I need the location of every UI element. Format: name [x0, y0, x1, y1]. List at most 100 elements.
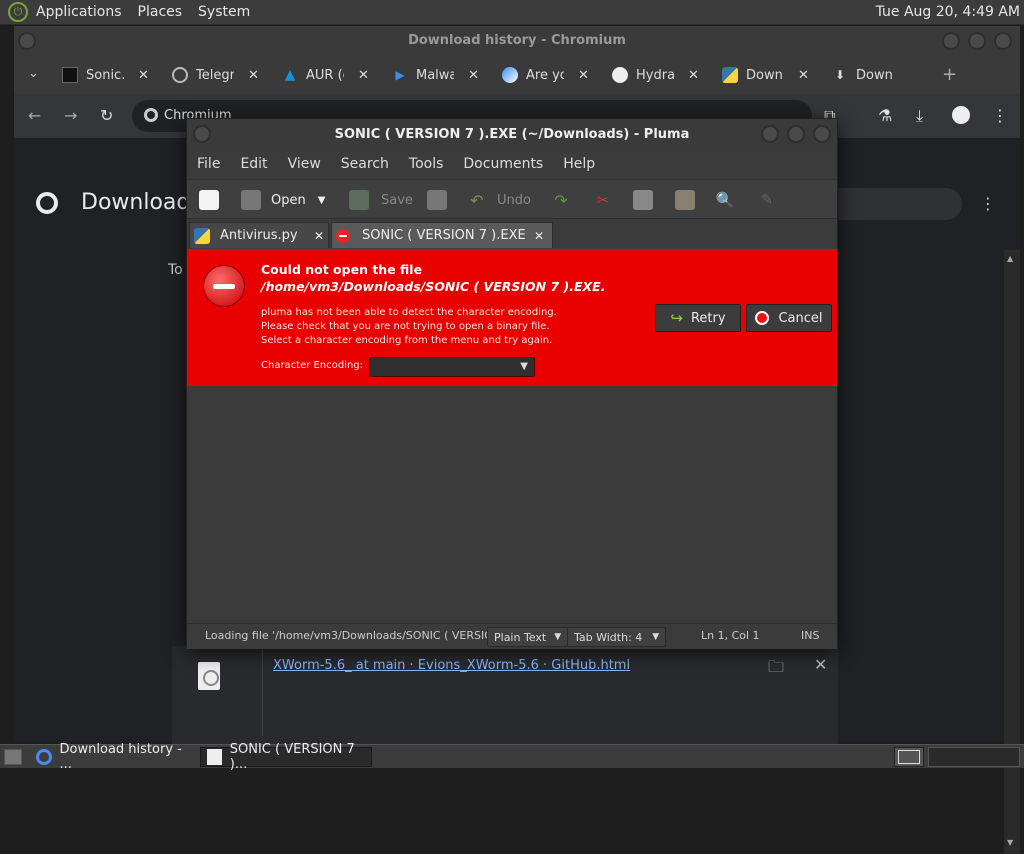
python-file-icon [194, 227, 210, 244]
tab-search-chevron-icon[interactable]: ⌄ [28, 66, 39, 81]
editor-area[interactable] [187, 386, 837, 621]
show-in-folder-icon[interactable]: 🗀 [768, 656, 784, 683]
tab-width-selector[interactable]: Tab Width: 4 ▼ [567, 627, 667, 647]
menu-applications[interactable]: Applications [28, 0, 130, 25]
chevron-down-icon: ▼ [652, 632, 660, 642]
remove-download-x-icon[interactable]: ✕ [814, 655, 827, 674]
minimize-button[interactable] [761, 125, 779, 143]
close-button[interactable] [813, 125, 831, 143]
close-icon[interactable]: ✕ [248, 68, 259, 83]
close-icon[interactable]: ✕ [578, 68, 589, 83]
tab-python-download[interactable]: Downl ✕ [722, 62, 809, 88]
maximize-button[interactable] [968, 32, 986, 50]
scroll-down-arrow-icon[interactable]: ▼ [1007, 838, 1013, 847]
cancel-button[interactable]: Cancel [746, 304, 832, 332]
forward-arrow-icon[interactable]: → [64, 106, 77, 125]
file-icon [198, 662, 220, 690]
undo-arrow-icon: ↶ [470, 190, 484, 210]
tab-sonic-exe[interactable]: SONIC ( VERSION 7 ).EXE ✕ [331, 222, 553, 248]
menu-places[interactable]: Places [130, 0, 191, 25]
pluma-titlebar[interactable]: SONIC ( VERSION 7 ).EXE (~/Downloads) - … [187, 119, 837, 151]
new-tab-plus-icon[interactable]: + [942, 64, 957, 85]
copy-button[interactable] [633, 190, 653, 210]
window-menu-button[interactable] [193, 125, 211, 143]
tab-label: Malwa [416, 67, 454, 83]
pluma-document-tabs: Antivirus.py ✕ SONIC ( VERSION 7 ).EXE ✕ [187, 222, 837, 248]
downloads-icon[interactable]: ⤓ [916, 106, 923, 126]
show-desktop-icon[interactable] [4, 749, 22, 765]
open-dropdown-arrow-icon[interactable]: ▼ [318, 195, 326, 206]
mint-menu-icon[interactable]: ⏻ [8, 2, 28, 22]
cancel-stop-icon [755, 311, 770, 325]
close-icon[interactable]: ✕ [138, 68, 149, 83]
undo-button[interactable]: ↶ Undo [467, 190, 531, 210]
pluma-icon [207, 749, 222, 765]
taskbar-item-pluma[interactable]: SONIC ( VERSION 7 )... [200, 742, 372, 772]
pluma-statusbar: Loading file '/home/vm3/Downloads/SONIC … [187, 623, 837, 649]
new-document-button[interactable] [199, 190, 219, 210]
tab-downloads[interactable]: ⬇ Downl [832, 62, 894, 88]
close-icon[interactable]: ✕ [798, 68, 809, 83]
minimize-button[interactable] [942, 32, 960, 50]
maximize-button[interactable] [787, 125, 805, 143]
paste-button[interactable] [675, 190, 695, 210]
play-icon: ▶ [395, 68, 405, 82]
tab-sonic[interactable]: Sonic.E ✕ [62, 62, 149, 88]
clock[interactable]: Tue Aug 20, 4:49 AM [876, 0, 1020, 25]
menu-view[interactable]: View [278, 156, 331, 172]
menu-documents[interactable]: Documents [453, 156, 553, 172]
close-icon[interactable]: ✕ [358, 68, 369, 83]
open-button[interactable]: Open ▼ [241, 190, 325, 210]
labs-flask-icon[interactable]: ⚗ [878, 106, 892, 125]
chevron-down-icon: ▼ [520, 361, 528, 372]
tab-label: SONIC ( VERSION 7 ).EXE [362, 228, 526, 243]
tab-are-you[interactable]: Are yo ✕ [502, 62, 589, 88]
tab-strip: ⌄ Sonic.E ✕ Telegr ✕ ▲ AUR (e ✕ ▶ Malwa … [14, 56, 1020, 94]
tab-label: Downl [856, 67, 894, 83]
reload-icon[interactable]: ↻ [100, 106, 113, 125]
pluma-window: SONIC ( VERSION 7 ).EXE (~/Downloads) - … [186, 118, 838, 649]
tab-aur[interactable]: ▲ AUR (e ✕ [282, 62, 369, 88]
download-filename-link[interactable]: XWorm-5.6_ at main · Evions_XWorm-5.6 · … [273, 658, 630, 673]
print-button[interactable] [427, 190, 447, 210]
save-button[interactable]: Save [349, 190, 413, 210]
taskbar-item-chromium[interactable]: Download history - ... [30, 742, 198, 772]
replace-button[interactable]: ✎ [757, 190, 777, 210]
menu-search[interactable]: Search [331, 156, 399, 172]
error-stop-icon [203, 265, 245, 307]
scroll-up-arrow-icon[interactable]: ▲ [1007, 254, 1013, 263]
chromium-titlebar[interactable]: Download history - Chromium [14, 26, 1020, 56]
tab-malware[interactable]: ▶ Malwa ✕ [392, 62, 479, 88]
close-tab-icon[interactable]: ✕ [534, 229, 544, 243]
workspace-2[interactable] [928, 747, 1020, 767]
redo-button[interactable]: ↷ [551, 190, 571, 210]
cut-button[interactable]: ✂ [593, 190, 613, 210]
chromium-logo-icon [144, 108, 158, 122]
window-menu-button[interactable] [18, 32, 36, 50]
close-icon[interactable]: ✕ [688, 68, 699, 83]
back-arrow-icon[interactable]: ← [28, 106, 41, 125]
retry-button[interactable]: ↪ Retry [655, 304, 741, 332]
card-divider [262, 646, 263, 736]
menu-edit[interactable]: Edit [230, 156, 277, 172]
find-button[interactable]: 🔍 [715, 190, 735, 210]
menu-system[interactable]: System [190, 0, 258, 25]
tab-telegram[interactable]: Telegr ✕ [172, 62, 259, 88]
character-encoding-select[interactable]: ▼ [369, 357, 535, 377]
menu-tools[interactable]: Tools [399, 156, 454, 172]
tab-hydra[interactable]: Hydra- ✕ [612, 62, 699, 88]
close-button[interactable] [994, 32, 1012, 50]
chrome-menu-kebab-icon[interactable]: ⋮ [992, 106, 1008, 125]
workspace-1-icon[interactable] [898, 750, 920, 764]
save-icon [349, 190, 369, 210]
tab-antivirus-py[interactable]: Antivirus.py ✕ [189, 222, 329, 248]
close-icon[interactable]: ✕ [468, 68, 479, 83]
profile-avatar-icon[interactable] [952, 106, 970, 124]
syntax-selector[interactable]: Plain Text ▼ [487, 627, 569, 647]
menu-help[interactable]: Help [553, 156, 605, 172]
downloads-more-kebab-icon[interactable]: ⋮ [980, 194, 996, 213]
python-icon [722, 67, 738, 83]
close-tab-icon[interactable]: ✕ [314, 229, 324, 243]
menu-file[interactable]: File [187, 156, 230, 172]
error-title-prefix: Could not open the file [261, 262, 423, 277]
